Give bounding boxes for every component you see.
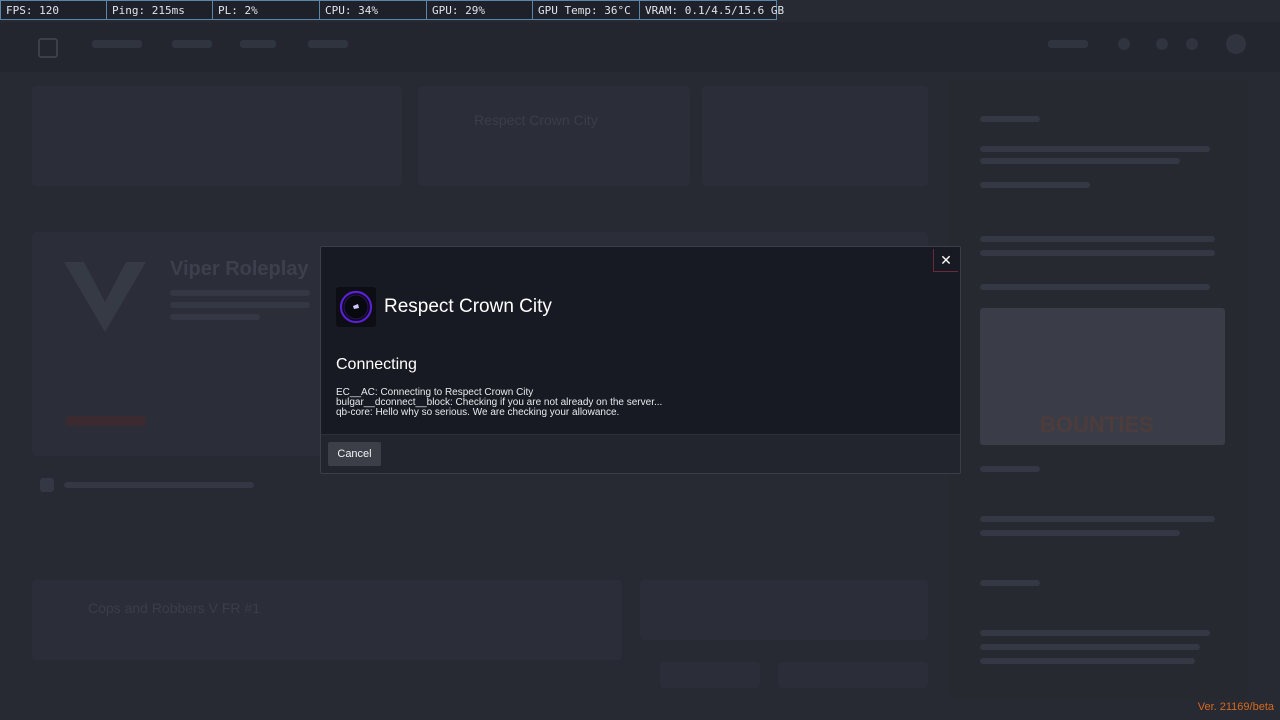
perf-vram: VRAM: 0.1/4.5/15.6 GB [640,0,784,20]
perf-cpu: CPU: 34% [320,0,427,20]
bg-nav-icon [1118,38,1130,50]
close-icon[interactable]: ✕ [933,249,958,272]
bg-line [980,158,1180,164]
bg-card [702,86,928,186]
bg-nav-item [308,40,348,48]
bg-nav-item [240,40,276,48]
perf-gpu: GPU: 29% [427,0,533,20]
perf-gpu-temp: GPU Temp: 36°C [533,0,640,20]
bg-line [980,146,1210,152]
bg-line [64,482,254,488]
bg-icon [40,478,54,492]
bg-line [980,466,1040,472]
cancel-button[interactable]: Cancel [328,442,381,466]
bg-server-row [32,580,622,660]
perf-packet-loss: PL: 2% [213,0,320,20]
dialog-footer: Cancel [321,434,960,473]
bg-line [980,250,1215,256]
bg-featured-card [418,86,690,186]
bg-nav-icon [1156,38,1168,50]
bg-button [778,662,928,688]
bg-line [980,630,1210,636]
perf-ping: Ping: 215ms [107,0,213,20]
bg-featured-server-name: Respect Crown City [474,112,598,128]
bg-nav-item [172,40,212,48]
bg-line [980,658,1195,664]
bg-line [980,516,1215,522]
bg-line [980,182,1090,188]
bg-card [640,580,928,640]
bg-server-logo-icon [64,262,146,332]
bg-button [660,662,760,688]
bg-lower-server-name: Cops and Robbers V FR #1 [88,600,260,616]
bg-nav-icon [1186,38,1198,50]
bg-logo-icon [38,38,58,58]
connecting-dialog: ✕ Respect Crown City Connecting EC__AC: … [320,246,961,474]
connection-status-title: Connecting [336,356,417,373]
bg-line [980,530,1180,536]
server-name: Respect Crown City [384,296,552,317]
bg-line [980,644,1200,650]
bg-line [170,314,260,320]
connection-log: EC__AC: Connecting to Respect Crown City… [336,388,662,418]
bg-nav-item [92,40,142,48]
bg-nav-item [1048,40,1088,48]
bg-line [980,284,1210,290]
bg-line [980,116,1040,122]
bg-card [32,86,402,186]
bg-line [170,290,310,296]
perf-fps: FPS: 120 [0,0,107,20]
bg-promo-text: BOUNTIES [1040,412,1154,437]
log-line: qb-core: Hello why so serious. We are ch… [336,407,620,418]
bg-listed-server-name: Viper Roleplay [170,258,309,280]
version-label: Ver. 21169/beta [1197,701,1274,713]
bg-line [170,302,310,308]
performance-overlay: FPS: 120 Ping: 215ms PL: 2% CPU: 34% GPU… [0,0,784,22]
bg-line [980,580,1040,586]
bg-avatar [1226,34,1246,54]
bg-line [980,236,1215,242]
bg-button [66,416,146,426]
server-icon [336,287,376,327]
